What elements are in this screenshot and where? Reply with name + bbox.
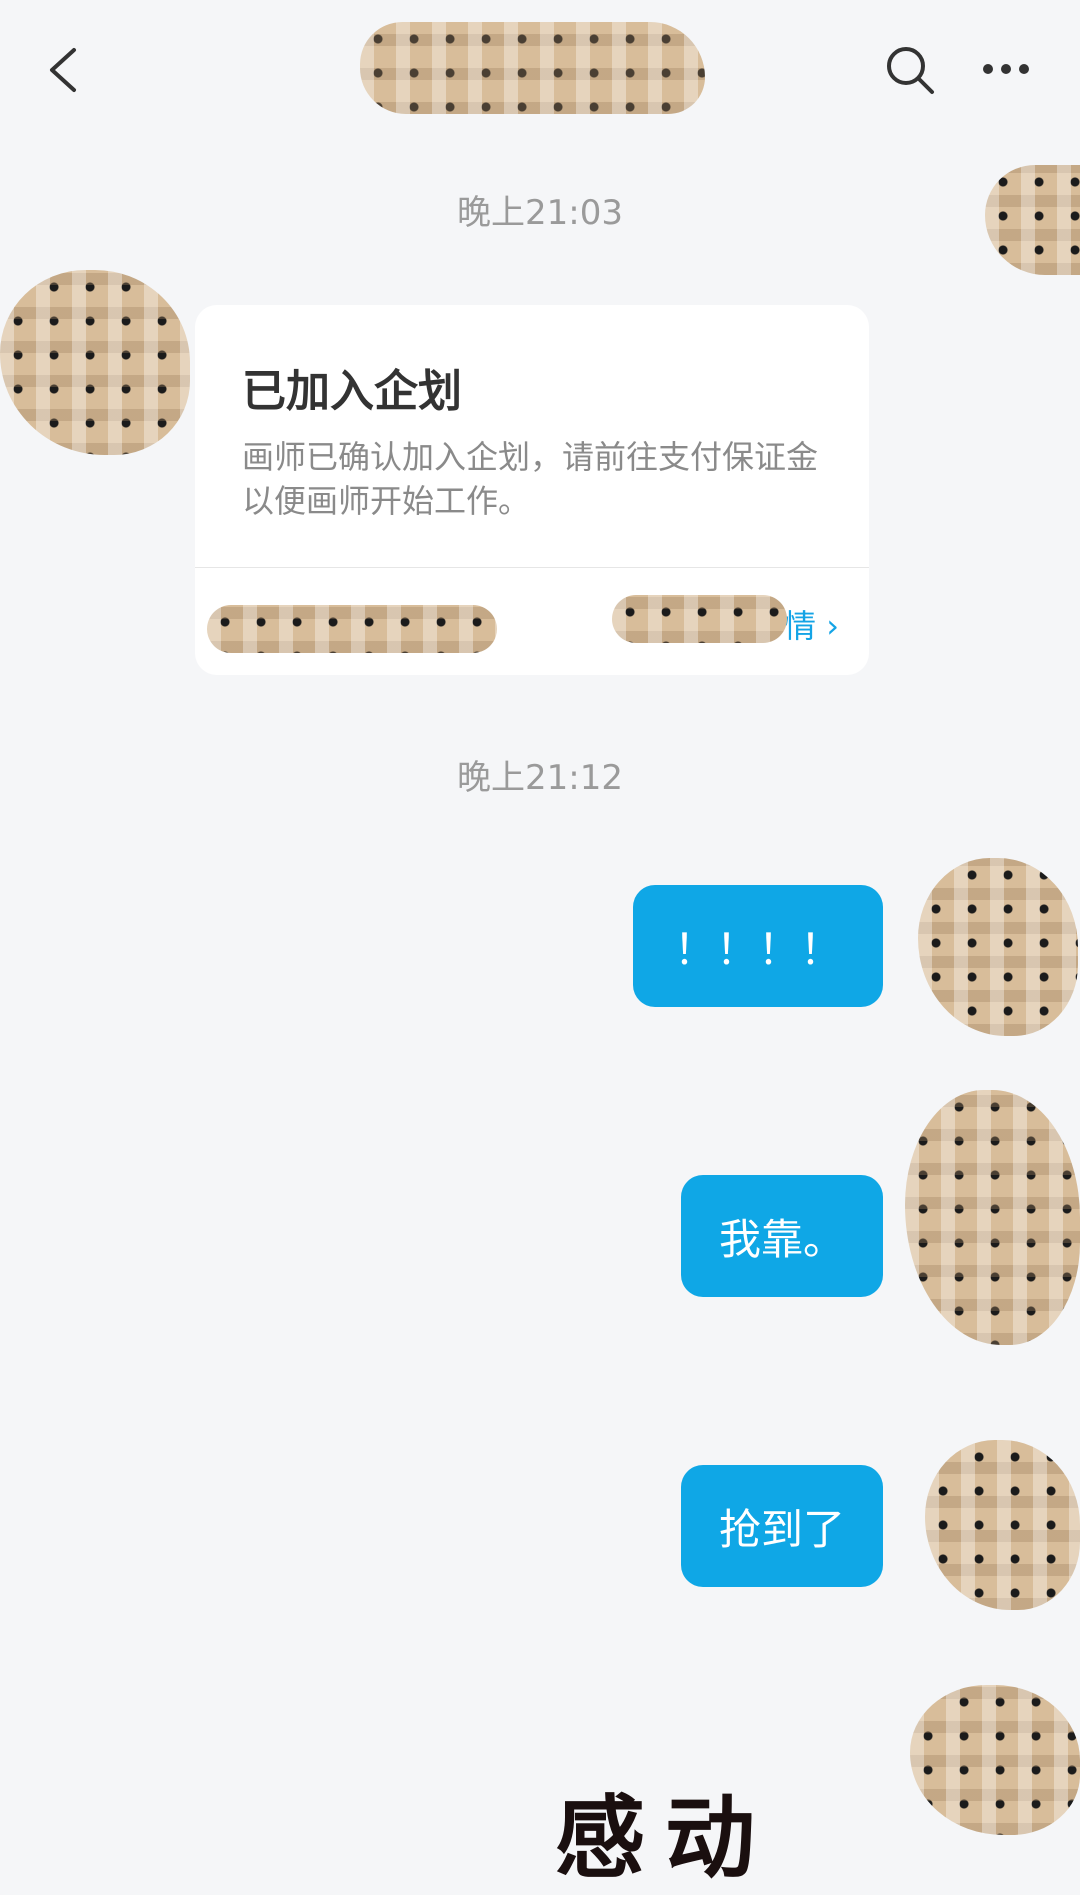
redacted-patch — [207, 605, 497, 653]
avatar[interactable] — [910, 1685, 1080, 1835]
card-divider — [195, 567, 869, 568]
chat-title-redacted — [360, 22, 705, 114]
message-bubble[interactable]: 抢到了 — [681, 1465, 883, 1587]
timestamp: 晚上21:12 — [457, 758, 623, 798]
avatar[interactable] — [918, 858, 1078, 1036]
avatar[interactable] — [905, 1090, 1080, 1345]
message-bubble[interactable]: 我靠。 — [681, 1175, 883, 1297]
search-icon[interactable] — [884, 44, 936, 96]
avatar[interactable] — [0, 270, 190, 455]
sticker-text: 感动 — [555, 1786, 775, 1891]
avatar[interactable] — [925, 1440, 1080, 1610]
message-bubble[interactable]: ！！！！ — [633, 885, 883, 1007]
redacted-patch — [612, 595, 787, 643]
card-title: 已加入企划 — [242, 366, 462, 417]
timestamp: 晚上21:03 — [457, 193, 623, 233]
more-icon[interactable] — [980, 54, 1032, 84]
back-icon[interactable] — [44, 46, 84, 94]
card-description: 画师已确认加入企划，请前往支付保证金以便画师开始工作。 — [242, 438, 819, 520]
project-join-card[interactable]: 已加入企划 画师已确认加入企划，请前往支付保证金以便画师开始工作。 详情 › — [195, 305, 869, 675]
